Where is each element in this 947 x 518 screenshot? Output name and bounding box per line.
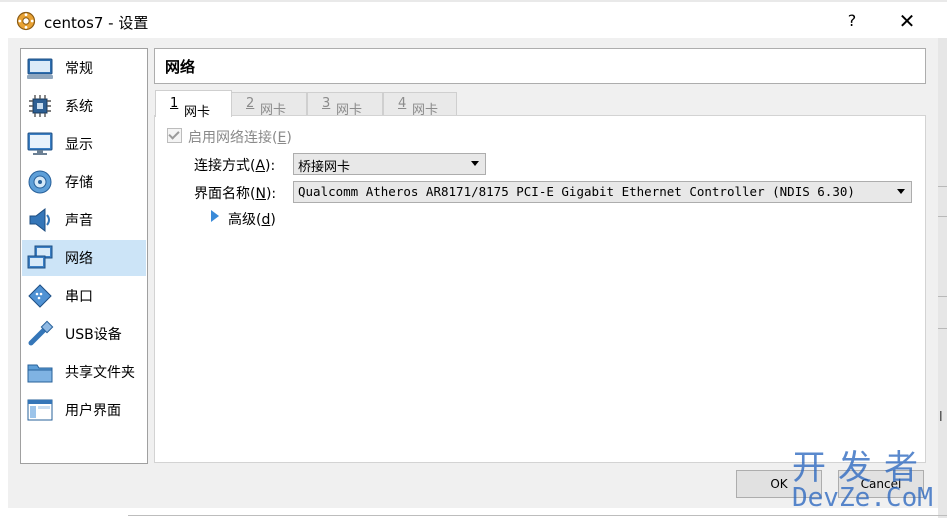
interface-name-text: 界面名称	[194, 186, 250, 202]
chevron-down-icon	[897, 189, 905, 194]
sidebar-item-label: 显示	[65, 137, 93, 153]
tab-adapter-3[interactable]: 网卡 3	[307, 92, 383, 118]
sidebar-item-system[interactable]: 系统	[22, 88, 146, 124]
sidebar-item-user-interface[interactable]: 用户界面	[22, 392, 146, 428]
advanced-text: 高级	[228, 212, 256, 228]
sidebar-item-label: 系统	[65, 99, 93, 115]
enable-adapter-shortcut: E	[277, 130, 287, 146]
sidebar-item-label: 常规	[65, 61, 93, 77]
advanced-toggle[interactable]: 高级(d)	[228, 209, 276, 229]
close-button[interactable]: ✕	[892, 8, 922, 34]
sidebar-item-label: 存储	[65, 175, 93, 191]
network-icon	[27, 245, 53, 269]
interface-name-shortcut: N	[255, 186, 266, 202]
tab-number: 1	[170, 96, 179, 111]
user-interface-icon	[27, 399, 53, 421]
tab-adapter-1[interactable]: 网卡 1	[155, 90, 232, 120]
tab-adapter-4[interactable]: 网卡 4	[383, 92, 457, 118]
sidebar-item-label: 用户界面	[65, 403, 121, 419]
sidebar-item-label: 声音	[65, 213, 93, 229]
general-icon	[27, 58, 53, 79]
interface-name-value: Qualcomm Atheros AR8171/8175 PCI-E Gigab…	[298, 184, 855, 199]
watermark-line-2: DevZe.CoM	[792, 483, 933, 513]
window-title: centos7 - 设置	[44, 14, 149, 32]
sidebar-item-label: 网络	[65, 251, 93, 267]
sidebar-item-network[interactable]: 网络	[22, 240, 146, 276]
usb-icon	[28, 320, 54, 346]
tab-number: 4	[398, 96, 407, 111]
section-header: 网络	[154, 48, 926, 84]
page-title: 网络	[165, 58, 196, 76]
expand-triangle-icon[interactable]	[211, 210, 219, 222]
sidebar-item-display[interactable]: 显示	[22, 126, 146, 162]
sidebar-item-label: 串口	[65, 289, 93, 305]
tab-adapter-2[interactable]: 网卡 2	[231, 92, 307, 118]
speaker-icon	[29, 207, 50, 233]
enable-adapter-checkbox[interactable]	[167, 128, 182, 143]
serial-port-icon	[28, 284, 52, 308]
shared-folder-icon	[27, 364, 53, 383]
enable-adapter-text: 启用网络连接	[188, 130, 272, 146]
sidebar-item-label: USB设备	[65, 327, 122, 343]
virtualbox-gear-icon	[16, 11, 36, 31]
display-monitor-icon	[27, 132, 53, 155]
attached-to-value: 桥接网卡	[298, 160, 351, 175]
interface-name-dropdown[interactable]: Qualcomm Atheros AR8171/8175 PCI-E Gigab…	[293, 181, 912, 203]
title-bar[interactable]: centos7 - 设置 ? ✕	[0, 2, 947, 38]
watermark: 开发者 DevZe.CoM	[792, 450, 942, 514]
sidebar-item-serial-port[interactable]: 串口	[22, 278, 146, 314]
attached-to-label: 连接方式(A):	[194, 158, 276, 174]
chevron-down-icon	[471, 161, 479, 166]
sidebar-item-general[interactable]: 常规	[22, 50, 146, 86]
settings-sidebar: 常规 系统 显示 存储 声音 网络 串口 USB设备 共享文件夹 用户界面	[20, 48, 148, 464]
attached-to-shortcut: A	[255, 158, 266, 174]
sidebar-item-label: 共享文件夹	[65, 365, 135, 381]
sidebar-item-shared-folders[interactable]: 共享文件夹	[22, 354, 146, 390]
background-window-edge	[128, 515, 947, 516]
sidebar-item-audio[interactable]: 声音	[22, 202, 146, 238]
sidebar-item-storage[interactable]: 存储	[22, 164, 146, 200]
sidebar-item-usb[interactable]: USB设备	[22, 316, 146, 352]
attached-to-text: 连接方式	[194, 158, 250, 174]
advanced-shortcut: d	[261, 212, 271, 228]
tab-number: 2	[246, 96, 255, 111]
watermark-line-1: 开发者	[792, 448, 930, 488]
help-button[interactable]: ?	[838, 8, 866, 34]
tab-number: 3	[322, 96, 331, 111]
system-chip-icon	[29, 95, 51, 117]
tab-label: 网卡	[184, 105, 211, 120]
background-text-fragment: l	[939, 410, 943, 425]
attached-to-dropdown[interactable]: 桥接网卡	[293, 153, 486, 175]
background-window-strip: l	[938, 38, 947, 518]
storage-disk-icon	[28, 170, 52, 194]
enable-adapter-label: 启用网络连接(E)	[188, 130, 292, 146]
interface-name-label: 界面名称(N):	[194, 186, 277, 202]
